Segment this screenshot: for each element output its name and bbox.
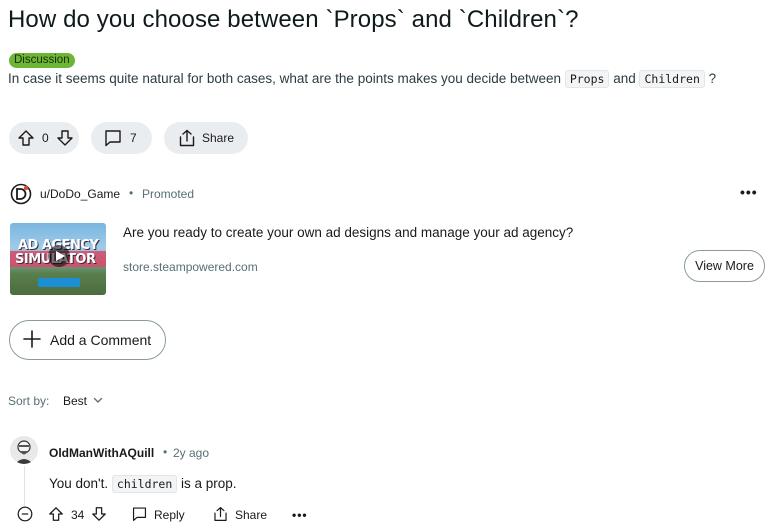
comment-meta-separator: • — [163, 445, 168, 459]
comment-author[interactable]: OldManWithAQuill — [49, 446, 154, 460]
comment-more-options-icon[interactable]: ••• — [292, 505, 308, 525]
comment-body: You don't. children is a prop. — [49, 475, 237, 493]
sort-label: Sort by: — [8, 394, 50, 408]
comment-count: 7 — [130, 131, 137, 145]
reply-icon — [131, 506, 154, 525]
add-comment-button[interactable]: Add a Comment — [9, 320, 166, 360]
comment-share-label: Share — [235, 508, 268, 522]
share-button[interactable]: Share — [164, 122, 248, 154]
sort-value: Best — [63, 394, 88, 408]
share-icon — [177, 129, 197, 147]
ad-domain[interactable]: store.steampowered.com — [123, 260, 258, 274]
comment-vote-count: 34 — [71, 508, 85, 522]
reply-button[interactable]: Reply — [131, 505, 185, 525]
advertiser-username[interactable]: u/DoDo_Game — [40, 187, 120, 201]
post-body-text-1: In case it seems quite natural for both … — [8, 71, 565, 86]
comment-upvote-icon[interactable] — [48, 506, 64, 525]
comment-timestamp[interactable]: 2y ago — [173, 446, 209, 460]
post-title: How do you choose between `Props` and `C… — [8, 6, 579, 33]
post-code-children: Children — [639, 70, 705, 88]
view-more-button[interactable]: View More — [684, 250, 765, 282]
comment-body-text-2: is a prop. — [177, 476, 237, 491]
add-comment-label: Add a Comment — [50, 332, 152, 348]
comment-vote-group: 34 — [48, 505, 107, 525]
comment-share-icon — [212, 506, 235, 525]
share-label: Share — [202, 131, 235, 145]
plus-icon — [22, 329, 50, 352]
post-body: In case it seems quite natural for both … — [8, 70, 716, 88]
collapse-icon — [17, 506, 33, 525]
ad-thumbnail[interactable]: AD AGENCY SIMULATOR — [10, 223, 106, 295]
comment-body-text-1: You don't. — [49, 476, 112, 491]
comment-code: children — [111, 475, 178, 493]
upvote-icon[interactable] — [17, 129, 35, 147]
sort-dropdown[interactable]: Best — [63, 394, 103, 408]
advertiser-logo-icon[interactable] — [10, 183, 32, 205]
play-icon[interactable] — [48, 245, 70, 267]
downvote-icon[interactable] — [56, 129, 74, 147]
post-vote-pill: 0 — [9, 122, 79, 154]
reply-label: Reply — [154, 508, 185, 522]
ad-headline[interactable]: Are you ready to create your own ad desi… — [123, 225, 573, 240]
ad-meta-separator: • — [129, 186, 134, 200]
comment-icon — [103, 129, 123, 147]
comment-downvote-icon[interactable] — [91, 506, 107, 525]
ad-more-options-icon[interactable]: ••• — [740, 184, 758, 200]
post-code-props: Props — [564, 70, 610, 88]
chevron-down-icon — [87, 394, 103, 408]
post-vote-count: 0 — [42, 131, 49, 145]
post-body-text-2: and — [609, 71, 640, 86]
comment-share-button[interactable]: Share — [212, 505, 267, 525]
commenter-avatar[interactable] — [10, 436, 38, 464]
comments-button[interactable]: 7 — [91, 122, 152, 154]
post-body-text-3: ? — [704, 71, 717, 86]
steam-badge-icon — [38, 278, 80, 287]
promoted-label: Promoted — [142, 187, 195, 201]
thread-line[interactable] — [24, 466, 25, 508]
collapse-thread-button[interactable] — [17, 505, 33, 525]
post-flair[interactable]: Discussion — [9, 53, 75, 68]
